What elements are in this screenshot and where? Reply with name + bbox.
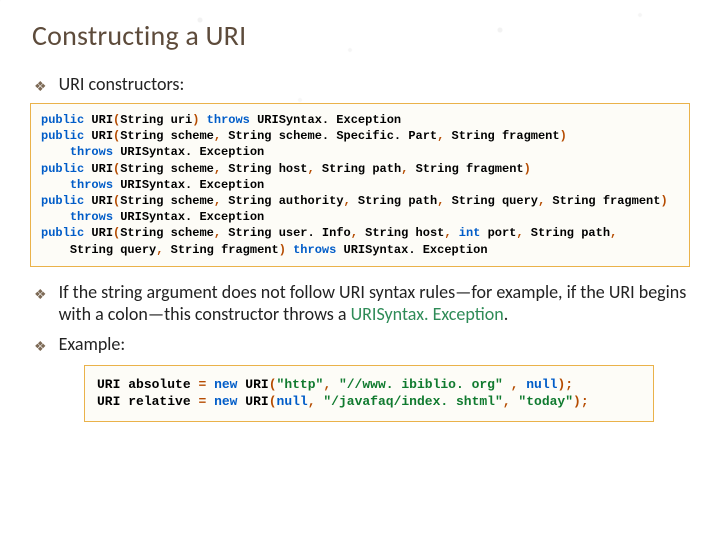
bullet-example: ❖ Example:: [34, 333, 694, 355]
slide: Constructing a URI ❖ URI constructors: p…: [0, 0, 720, 540]
slide-title: Constructing a URI: [32, 18, 694, 53]
explain-post: .: [504, 303, 509, 325]
explain-exception: URISyntax. Exception: [351, 303, 504, 325]
bullet-text-constructors: URI constructors:: [59, 73, 185, 95]
bullet-constructors: ❖ URI constructors:: [34, 73, 694, 95]
diamond-icon: ❖: [34, 288, 47, 302]
bullet-explanation: ❖ If the string argument does not follow…: [34, 281, 694, 325]
bullet-text-example: Example:: [59, 333, 126, 355]
bullet-text-explanation: If the string argument does not follow U…: [59, 281, 694, 325]
code-box-constructors: public URI(String uri) throws URISyntax.…: [30, 103, 690, 267]
code-box-example: URI absolute = new URI("http", "//www. i…: [84, 365, 654, 422]
diamond-icon: ❖: [34, 340, 47, 354]
diamond-icon: ❖: [34, 80, 47, 94]
